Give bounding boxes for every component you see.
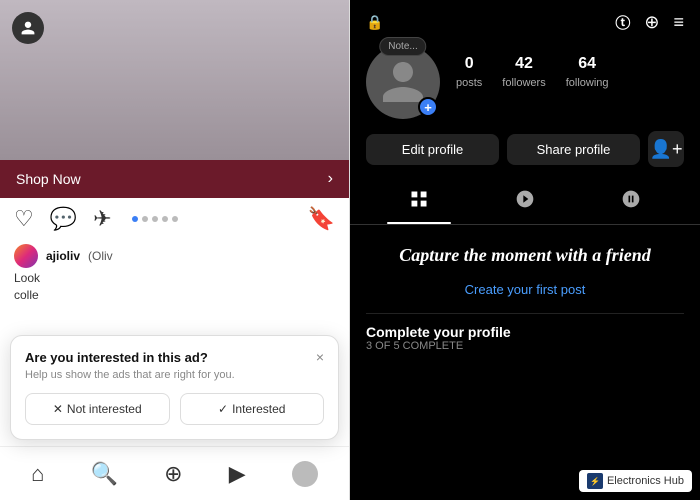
- x-icon: ✕: [53, 402, 63, 416]
- add-photo-button[interactable]: +: [418, 97, 438, 117]
- post-username[interactable]: ajioliv: [46, 249, 80, 263]
- share-icon[interactable]: ✈: [93, 206, 111, 232]
- post-username-2: (Oliv: [88, 249, 113, 263]
- tab-tagged[interactable]: [578, 179, 684, 224]
- complete-profile-section: Complete your profile 3 OF 5 COMPLETE: [366, 313, 684, 352]
- complete-profile-title: Complete your profile: [366, 324, 684, 340]
- profile-stats: 0 posts 42 followers 64 following: [456, 45, 609, 91]
- profile-nav-avatar[interactable]: [292, 461, 318, 487]
- watermark: ⚡ Electronics Hub: [579, 470, 692, 492]
- watermark-text: Electronics Hub: [607, 475, 684, 487]
- complete-profile-sub: 3 OF 5 COMPLETE: [366, 340, 684, 352]
- home-icon[interactable]: ⌂: [31, 461, 44, 487]
- ad-interest-dialog: Are you interested in this ad? × Help us…: [10, 335, 339, 440]
- add-new-icon[interactable]: ⊕: [644, 12, 659, 33]
- action-bar: ♡ 💬 ✈ 🔖: [0, 198, 349, 240]
- story-avatar[interactable]: [12, 12, 44, 44]
- profile-section: Note... + 0 posts 42 followers 64 follow…: [350, 37, 700, 131]
- lock-icon: 🔒: [366, 14, 383, 31]
- not-interested-label: Not interested: [67, 402, 142, 416]
- post-caption: ajioliv (Oliv Look colle: [0, 240, 349, 312]
- posts-count: 0: [456, 55, 482, 73]
- shop-now-bar[interactable]: Shop Now ›: [0, 160, 349, 198]
- bottom-nav: ⌂ 🔍 ⊕ ▶: [0, 446, 349, 500]
- posts-label: posts: [456, 77, 482, 89]
- dialog-header: Are you interested in this ad? ×: [25, 350, 324, 365]
- post-text: Look colle: [14, 270, 335, 304]
- reels-icon[interactable]: ▶: [229, 461, 246, 487]
- edit-profile-button[interactable]: Edit profile: [366, 134, 499, 165]
- create-post-link[interactable]: Create your first post: [465, 282, 586, 297]
- close-icon[interactable]: ×: [316, 350, 324, 364]
- top-icons: ⓣ ⊕ ≡: [615, 12, 684, 33]
- tab-reels[interactable]: [472, 179, 578, 224]
- tab-grid[interactable]: [366, 179, 472, 224]
- chevron-right-icon: ›: [328, 170, 333, 188]
- watermark-logo: ⚡: [587, 473, 603, 489]
- check-icon: ✓: [218, 402, 228, 416]
- left-panel: Shop Now › ♡ 💬 ✈ 🔖 ajioliv (Oliv Look co…: [0, 0, 350, 500]
- dialog-buttons: ✕ Not interested ✓ Interested: [25, 393, 324, 425]
- add-friend-button[interactable]: 👤+: [648, 131, 684, 167]
- threads-icon[interactable]: ⓣ: [615, 12, 630, 33]
- followers-label: followers: [502, 77, 545, 89]
- following-label: following: [566, 77, 609, 89]
- dot-1: [132, 216, 138, 222]
- profile-note[interactable]: Note...: [379, 37, 426, 56]
- tab-bar: [350, 179, 700, 225]
- like-icon[interactable]: ♡: [14, 206, 34, 232]
- following-count: 64: [566, 55, 609, 73]
- profile-avatar-wrap: Note... +: [366, 45, 440, 119]
- search-nav-icon[interactable]: 🔍: [91, 461, 118, 487]
- stat-following: 64 following: [566, 55, 609, 91]
- add-person-icon: 👤+: [650, 139, 683, 160]
- comment-icon[interactable]: 💬: [50, 206, 77, 232]
- profile-buttons: Edit profile Share profile 👤+: [350, 131, 700, 179]
- dot-4: [162, 216, 168, 222]
- dot-2: [142, 216, 148, 222]
- bookmark-icon[interactable]: 🔖: [308, 206, 335, 232]
- dots-indicator: [132, 216, 178, 222]
- profile-content: Capture the moment with a friend Create …: [350, 225, 700, 500]
- interested-button[interactable]: ✓ Interested: [180, 393, 325, 425]
- interested-label: Interested: [232, 402, 285, 416]
- top-bar: 🔒 ⓣ ⊕ ≡: [350, 0, 700, 37]
- not-interested-button[interactable]: ✕ Not interested: [25, 393, 170, 425]
- share-profile-button[interactable]: Share profile: [507, 134, 640, 165]
- shop-now-label: Shop Now: [16, 171, 81, 187]
- add-icon[interactable]: ⊕: [164, 461, 182, 487]
- dialog-title: Are you interested in this ad?: [25, 350, 208, 365]
- right-panel: 🔒 ⓣ ⊕ ≡ Note... + 0 posts 42 followers: [350, 0, 700, 500]
- user-avatar: [14, 244, 38, 268]
- post-user: ajioliv (Oliv: [14, 244, 335, 268]
- post-image: [0, 0, 349, 160]
- menu-icon[interactable]: ≡: [673, 12, 684, 33]
- stat-followers: 42 followers: [502, 55, 545, 91]
- capture-text: Capture the moment with a friend: [399, 245, 651, 266]
- dialog-subtitle: Help us show the ads that are right for …: [25, 369, 324, 381]
- dot-3: [152, 216, 158, 222]
- dot-5: [172, 216, 178, 222]
- stat-posts: 0 posts: [456, 55, 482, 91]
- followers-count: 42: [502, 55, 545, 73]
